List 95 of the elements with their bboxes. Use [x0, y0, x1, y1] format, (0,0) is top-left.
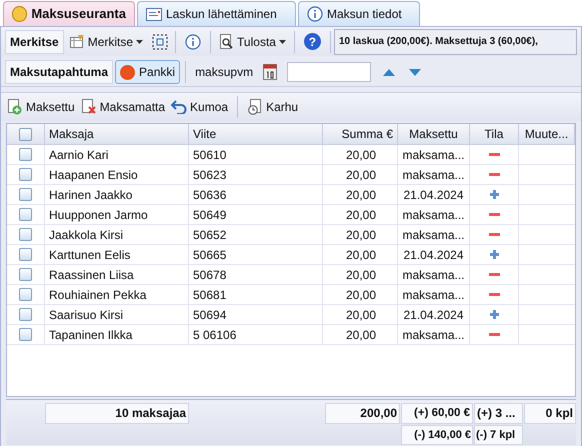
total-cell: (-) 7 kpl	[474, 424, 523, 445]
table-cell: 20,00	[323, 165, 398, 184]
checkbox[interactable]	[19, 188, 32, 201]
table-cell: maksama...	[398, 225, 470, 244]
document-icon	[146, 8, 162, 20]
info-icon	[307, 6, 323, 22]
toolbar-label: Maksutapahtuma	[5, 60, 114, 84]
table-edit-icon	[68, 34, 85, 49]
action-button[interactable]: Maksamatta	[80, 95, 166, 119]
total-cell: 0 kpl	[524, 403, 576, 424]
summary-text: 10 laskua (200,00€). Maksettuja 3 (60,00€),	[334, 28, 577, 54]
select-area-icon[interactable]	[152, 34, 168, 50]
table-cell: Aarnio Kari	[45, 145, 189, 164]
date-field[interactable]	[287, 62, 372, 82]
table-cell: Huupponen Jarmo	[45, 205, 189, 224]
date-label: maksupvm	[194, 64, 254, 81]
table-cell: Haapanen Ensio	[45, 165, 189, 184]
table-cell: 21.04.2024	[398, 185, 470, 204]
table-cell: Saarisuo Kirsi	[45, 305, 189, 324]
table-cell: maksama...	[398, 165, 470, 184]
total-cell: (-) 140,00 €	[401, 424, 473, 445]
checkbox[interactable]	[19, 148, 32, 161]
table-cell: 50694	[189, 305, 323, 324]
total-cell: 200,00	[325, 403, 400, 424]
print-preview-icon	[219, 34, 234, 50]
checkbox[interactable]	[19, 268, 32, 281]
table-cell: Karttunen Eelis	[45, 245, 189, 264]
table-cell: 50623	[189, 165, 323, 184]
table-cell: Harinen Jaakko	[45, 185, 189, 204]
checkbox[interactable]	[19, 168, 32, 181]
table-cell: maksama...	[398, 265, 470, 284]
table-cell: 20,00	[323, 185, 398, 204]
table-cell: 20,00	[323, 285, 398, 304]
table-cell: 50636	[189, 185, 323, 204]
column-header[interactable]: Viite	[189, 124, 323, 144]
table-cell: 20,00	[323, 145, 398, 164]
column-header[interactable]: Maksaja	[45, 124, 189, 144]
table-cell: maksama...	[398, 325, 470, 344]
table-cell: maksama...	[398, 285, 470, 304]
checkbox[interactable]	[19, 228, 32, 241]
document-clock-icon	[247, 99, 264, 115]
caret-icon	[278, 40, 286, 44]
info-icon	[185, 34, 202, 50]
table-cell: 20,00	[323, 265, 398, 284]
column-header[interactable]: Muute...	[519, 124, 575, 144]
column-header[interactable]: Tila	[470, 124, 519, 144]
table-cell: 21.04.2024	[398, 305, 470, 324]
table-cell: 50678	[189, 265, 323, 284]
checkbox[interactable]	[19, 288, 32, 301]
checkbox[interactable]	[19, 308, 32, 321]
table-cell: 50681	[189, 285, 323, 304]
total-cell: (+) 3 ...	[474, 403, 523, 424]
table-cell: Raassinen Liisa	[45, 265, 189, 284]
column-header[interactable]: Summa €	[323, 124, 398, 144]
table-cell: 20,00	[323, 325, 398, 344]
document-add-icon	[7, 99, 23, 115]
table-cell: 5 06106	[189, 325, 323, 344]
caret-icon	[136, 40, 144, 44]
table-cell: maksama...	[398, 205, 470, 224]
table-cell: Rouhiainen Pekka	[45, 285, 189, 304]
toolbar-label: Merkitse	[5, 30, 64, 54]
table-cell: 50610	[189, 145, 323, 164]
checkbox[interactable]	[19, 208, 32, 221]
checkbox[interactable]	[19, 328, 32, 341]
table-cell: 50665	[189, 245, 323, 264]
down-arrow-icon[interactable]	[409, 68, 422, 76]
total-cell: (+) 60,00 €	[401, 403, 473, 424]
checkbox[interactable]	[19, 248, 32, 261]
table-cell: Tapaninen Ilkka	[45, 325, 189, 344]
column-header[interactable]: Maksettu	[398, 124, 470, 144]
up-arrow-icon[interactable]	[383, 68, 396, 76]
checkbox[interactable]	[19, 128, 32, 140]
action-button[interactable]: Karhu	[247, 95, 298, 119]
tab[interactable]: Laskun lähettäminen	[137, 1, 296, 26]
help-button[interactable]: ?	[304, 33, 321, 50]
undo-icon	[171, 100, 188, 114]
table-cell: 21.04.2024	[398, 245, 470, 264]
total-cell: 10 maksajaa	[45, 403, 189, 424]
action-button[interactable]: Kumoa	[171, 95, 228, 119]
table-cell: maksama...	[398, 145, 470, 164]
table-cell: 50649	[189, 205, 323, 224]
table-cell: 20,00	[323, 305, 398, 324]
bank-button[interactable]: Pankki	[115, 60, 180, 84]
table-cell: 20,00	[323, 205, 398, 224]
action-button[interactable]: Maksettu	[7, 95, 75, 119]
table-cell: 20,00	[323, 245, 398, 264]
table-cell: 50652	[189, 225, 323, 244]
tab[interactable]: Maksuseuranta	[3, 1, 135, 26]
table-cell: 20,00	[323, 225, 398, 244]
mark-menu-button[interactable]: Merkitse	[64, 30, 148, 54]
tab[interactable]: Maksun tiedot	[298, 1, 420, 26]
calendar-icon[interactable]	[263, 64, 278, 80]
document-delete-icon	[80, 99, 97, 115]
table-cell: Jaakkola Kirsi	[45, 225, 189, 244]
print-menu-button[interactable]: Tulosta	[214, 30, 291, 54]
